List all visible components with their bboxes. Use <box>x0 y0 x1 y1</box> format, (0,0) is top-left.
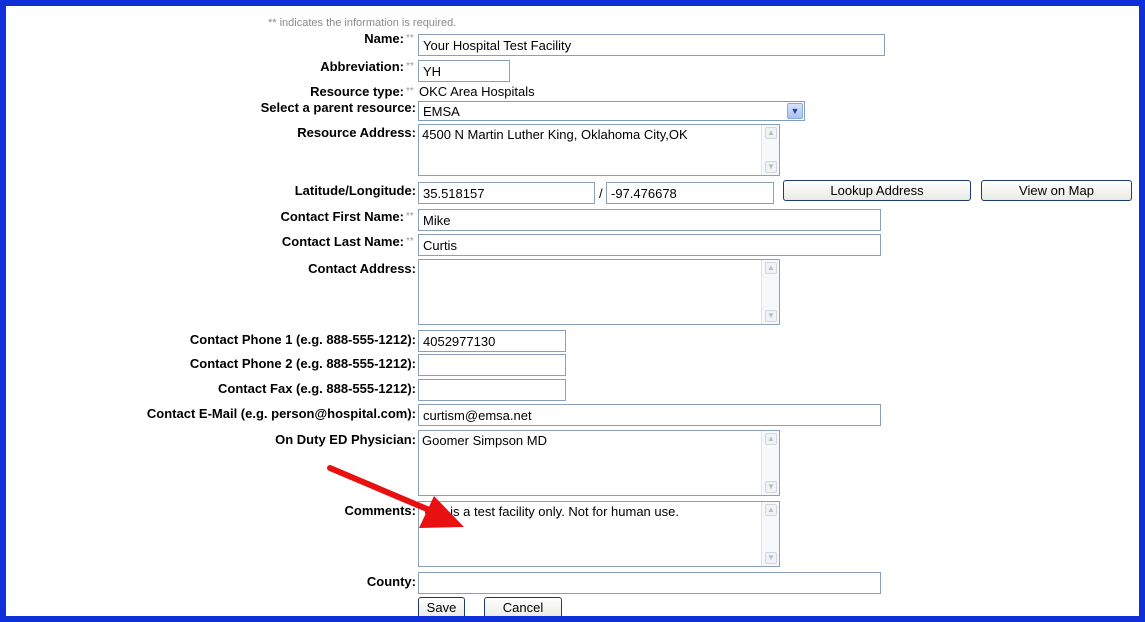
county-input[interactable] <box>418 572 881 594</box>
last-name-label: Contact Last Name: <box>281 234 404 249</box>
phone1-input[interactable]: 4052977130 <box>418 330 566 352</box>
name-input[interactable]: Your Hospital Test Facility <box>418 34 885 56</box>
resource-type-label: Resource type: <box>310 84 404 99</box>
required-marker: ** <box>406 236 414 247</box>
scroll-up-icon[interactable]: ▲ <box>765 127 777 139</box>
first-name-label: Contact First Name: <box>280 209 404 224</box>
physician-label: On Duty ED Physician: <box>275 432 416 447</box>
scroll-down-icon[interactable]: ▼ <box>765 310 777 322</box>
name-label: Name: <box>364 31 404 46</box>
last-name-input[interactable]: Curtis <box>418 234 881 256</box>
fax-label: Contact Fax (e.g. 888-555-1212): <box>218 381 416 396</box>
annotation-arrow-icon <box>327 465 464 528</box>
scrollbar[interactable]: ▲ ▼ <box>761 260 779 324</box>
contact-address-label: Contact Address: <box>308 261 416 276</box>
longitude-input[interactable]: -97.476678 <box>606 182 774 204</box>
first-name-input[interactable]: Mike <box>418 209 881 231</box>
scroll-up-icon[interactable]: ▲ <box>765 262 777 274</box>
scroll-down-icon[interactable]: ▼ <box>765 552 777 564</box>
required-note: ** indicates the information is required… <box>268 17 457 29</box>
resource-type-value: OKC Area Hospitals <box>419 84 535 99</box>
phone2-input[interactable] <box>418 354 566 376</box>
scroll-up-icon[interactable]: ▲ <box>765 433 777 445</box>
save-button[interactable]: Save <box>418 597 465 616</box>
fax-input[interactable] <box>418 379 566 401</box>
cancel-button[interactable]: Cancel <box>484 597 562 616</box>
parent-resource-value: EMSA <box>423 104 460 119</box>
scrollbar[interactable]: ▲ ▼ <box>761 502 779 566</box>
email-label: Contact E-Mail (e.g. person@hospital.com… <box>146 406 416 421</box>
required-marker: ** <box>406 61 414 72</box>
required-marker: ** <box>406 33 414 44</box>
resource-address-textarea[interactable]: 4500 N Martin Luther King, Oklahoma City… <box>418 124 780 176</box>
abbreviation-label: Abbreviation: <box>320 59 404 74</box>
parent-resource-label: Select a parent resource: <box>260 100 416 115</box>
scrollbar[interactable]: ▲ ▼ <box>761 431 779 495</box>
lookup-address-button[interactable]: Lookup Address <box>783 180 971 201</box>
phone1-label: Contact Phone 1 (e.g. 888-555-1212): <box>189 332 416 347</box>
latlon-separator: / <box>599 186 603 201</box>
scroll-up-icon[interactable]: ▲ <box>765 504 777 516</box>
scroll-down-icon[interactable]: ▼ <box>765 161 777 173</box>
chevron-down-icon[interactable]: ▼ <box>787 103 803 119</box>
parent-resource-select[interactable]: EMSA ▼ <box>418 101 805 121</box>
physician-value: Goomer Simpson MD <box>422 433 547 448</box>
phone2-label: Contact Phone 2 (e.g. 888-555-1212): <box>189 356 416 371</box>
county-label: County: <box>366 574 416 589</box>
required-marker: ** <box>406 86 414 97</box>
scrollbar[interactable]: ▲ ▼ <box>761 125 779 175</box>
form-panel: ** indicates the information is required… <box>6 6 1139 616</box>
resource-address-value: 4500 N Martin Luther King, Oklahoma City… <box>422 127 688 142</box>
scroll-down-icon[interactable]: ▼ <box>765 481 777 493</box>
resource-address-label: Resource Address: <box>297 125 416 140</box>
required-marker: ** <box>406 211 414 222</box>
latitude-input[interactable]: 35.518157 <box>418 182 595 204</box>
abbreviation-input[interactable]: YH <box>418 60 510 82</box>
latlon-label: Latitude/Longitude: <box>294 183 416 198</box>
contact-address-textarea[interactable]: ▲ ▼ <box>418 259 780 325</box>
email-input[interactable]: curtism@emsa.net <box>418 404 881 426</box>
view-on-map-button[interactable]: View on Map <box>981 180 1132 201</box>
